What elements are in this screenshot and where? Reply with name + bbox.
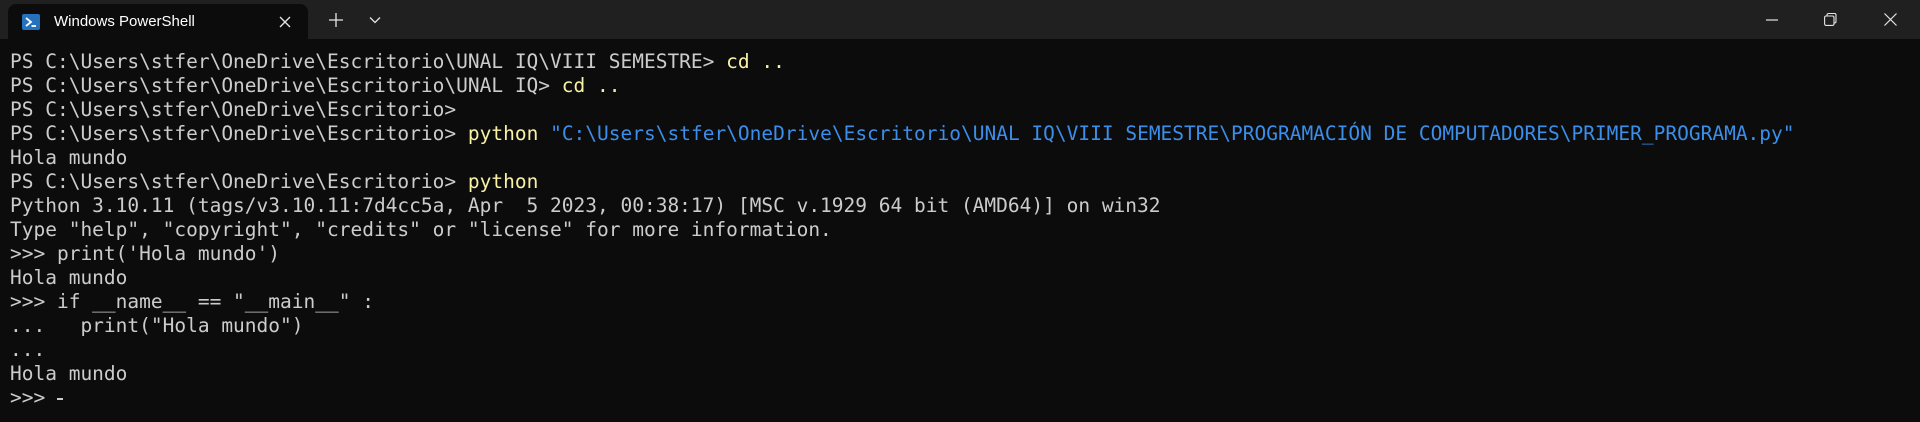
tab-close-button[interactable] (268, 7, 302, 37)
line-text: PS C:\Users\stfer\OneDrive\Escritorio> (10, 122, 468, 145)
command-text: cd (561, 74, 586, 97)
line-text: PS C:\Users\stfer\OneDrive\Escritorio> (10, 98, 468, 121)
terminal-line: PS C:\Users\stfer\OneDrive\Escritorio\UN… (10, 74, 1910, 98)
command-text: python (467, 122, 539, 145)
line-text: Python 3.10.11 (tags/v3.10.11:7d4cc5a, A… (10, 194, 1161, 217)
terminal-line: >>> (10, 386, 1910, 410)
terminal-line: Type "help", "copyright", "credits" or "… (10, 218, 1910, 242)
line-text: >>> if __name__ == "__main__" : (10, 290, 374, 313)
line-text: >>> (10, 386, 57, 409)
command-text: python (467, 170, 539, 193)
terminal-line: ... (10, 338, 1910, 362)
line-text: PS C:\Users\stfer\OneDrive\Escritorio> (10, 170, 468, 193)
terminal-line: Python 3.10.11 (tags/v3.10.11:7d4cc5a, A… (10, 194, 1910, 218)
close-icon (1883, 13, 1897, 26)
terminal-line: PS C:\Users\stfer\OneDrive\Escritorio> (10, 98, 1910, 122)
line-text: PS C:\Users\stfer\OneDrive\Escritorio\UN… (10, 50, 727, 73)
command-args (538, 122, 550, 145)
terminal-line: PS C:\Users\stfer\OneDrive\Escritorio\UN… (10, 50, 1910, 74)
line-text: >>> print('Hola mundo') (10, 242, 281, 265)
command-text: cd (726, 50, 750, 73)
close-window-button[interactable] (1860, 0, 1920, 39)
line-text: Hola mundo (10, 362, 128, 385)
terminal-line: Hola mundo (10, 266, 1910, 290)
line-text: Hola mundo (10, 146, 128, 169)
minimize-icon (1765, 18, 1778, 21)
line-text: Hola mundo (10, 266, 128, 289)
command-args: .. (585, 74, 621, 97)
terminal-line: Hola mundo (10, 362, 1910, 386)
profile-dropdown-button[interactable] (358, 0, 392, 39)
title-bar: Windows PowerShell (0, 0, 1920, 39)
command-args: .. (749, 50, 785, 73)
line-text: Type "help", "copyright", "credits" or "… (10, 218, 832, 241)
line-text: ... (10, 338, 46, 361)
terminal-line: >>> print('Hola mundo') (10, 242, 1910, 266)
string-argument: "C:\Users\stfer\OneDrive\Escritorio\UNAL… (550, 122, 1795, 145)
terminal-line: PS C:\Users\stfer\OneDrive\Escritorio> p… (10, 170, 1910, 194)
restore-button[interactable] (1801, 0, 1860, 39)
tab-windows-powershell[interactable]: Windows PowerShell (8, 4, 308, 39)
new-tab-button[interactable] (314, 0, 358, 39)
chevron-down-icon (369, 16, 381, 23)
powershell-icon (22, 13, 40, 31)
plus-icon (329, 12, 343, 27)
terminal-output[interactable]: PS C:\Users\stfer\OneDrive\Escritorio\UN… (10, 50, 1910, 410)
line-text: PS C:\Users\stfer\OneDrive\Escritorio\UN… (10, 74, 562, 97)
line-text: ... print("Hola mundo") (10, 314, 304, 337)
text-cursor (56, 387, 66, 407)
terminal-line: ... print("Hola mundo") (10, 314, 1910, 338)
minimize-button[interactable] (1742, 0, 1801, 39)
terminal-line: PS C:\Users\stfer\OneDrive\Escritorio> p… (10, 122, 1910, 146)
restore-icon (1824, 13, 1837, 26)
close-icon (279, 16, 291, 27)
tab-title: Windows PowerShell (54, 13, 195, 30)
terminal-line: Hola mundo (10, 146, 1910, 170)
terminal-line: >>> if __name__ == "__main__" : (10, 290, 1910, 314)
